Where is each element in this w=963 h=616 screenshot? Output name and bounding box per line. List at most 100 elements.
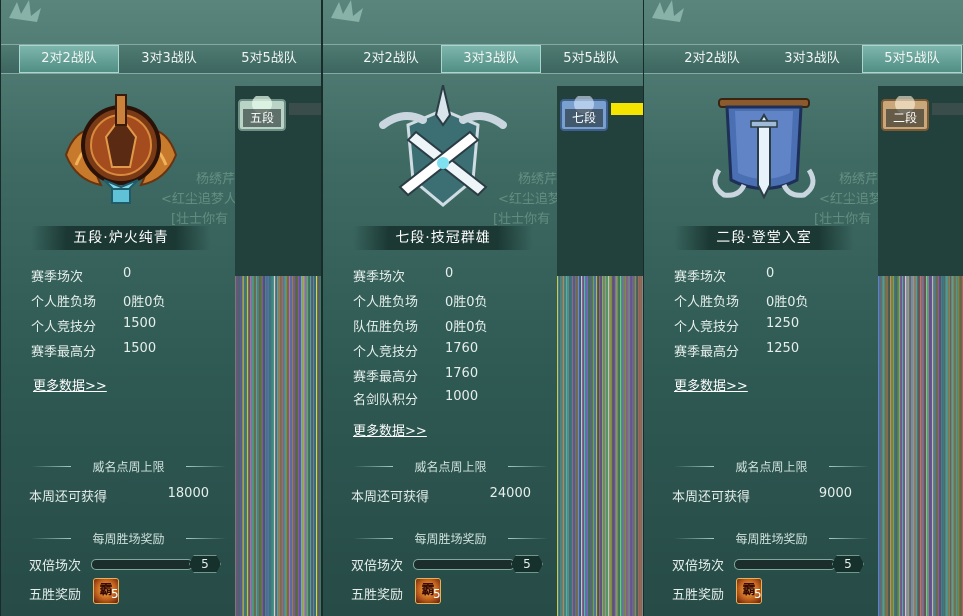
glitch-stripe xyxy=(561,276,563,616)
glitch-stripe xyxy=(296,276,298,616)
glitch-stripe xyxy=(287,276,289,616)
stat-value: 1000 xyxy=(445,389,479,404)
glitch-stripe xyxy=(626,276,628,616)
rank-title: 二段·登堂入室 xyxy=(674,226,854,250)
rank-emblem-icon xyxy=(712,98,816,200)
stat-value: 0胜0负 xyxy=(445,320,488,335)
glitch-stripe xyxy=(939,276,941,616)
glitch-stripe xyxy=(960,276,962,616)
glitch-stripe xyxy=(570,276,572,616)
double-count-badge: 5 xyxy=(832,555,864,573)
side-rank-label: 七段 xyxy=(565,109,603,127)
glitch-stripe xyxy=(301,276,303,616)
glitch-stripe xyxy=(927,276,929,616)
tab-2v2[interactable]: 2对2战队 xyxy=(19,45,119,73)
glitch-stripe xyxy=(923,276,925,616)
stat-row: 个人胜负场 0胜0负 xyxy=(674,291,874,316)
glitch-stripe xyxy=(277,276,279,616)
glitch-stripe xyxy=(953,276,955,616)
glitch-stripe xyxy=(241,276,243,616)
more-data-link[interactable]: 更多数据>> xyxy=(353,420,427,439)
stat-value: 1250 xyxy=(766,316,800,331)
weekly-cap-header: 威名点周上限 xyxy=(31,458,226,474)
team-tabbar: 2对2战队 3对3战队 5对5战队 xyxy=(323,44,643,74)
tab-3v3[interactable]: 3对3战队 xyxy=(441,45,541,73)
glitch-stripe xyxy=(251,276,253,616)
glitch-stripe xyxy=(254,276,256,616)
glitch-stripe xyxy=(917,276,919,616)
glitch-stripe xyxy=(269,276,271,616)
glitch-stripe xyxy=(951,276,953,616)
glitch-stripe xyxy=(935,276,937,616)
tab-2v2[interactable]: 2对2战队 xyxy=(341,45,441,73)
stat-value: 1500 xyxy=(123,341,157,356)
glitch-stripe xyxy=(893,276,895,616)
five-win-label: 五胜奖励 xyxy=(672,588,725,603)
glitch-stripe xyxy=(929,276,931,616)
glitch-stripe xyxy=(310,276,312,616)
glitch-stripe xyxy=(239,276,241,616)
glitch-stripe xyxy=(932,276,934,616)
glitch-stripe xyxy=(257,276,259,616)
glitch-stripe xyxy=(317,276,319,616)
five-win-label: 五胜奖励 xyxy=(29,588,82,603)
stat-row: 个人胜负场 0胜0负 xyxy=(31,291,231,316)
glitch-stripe xyxy=(579,276,581,616)
stat-row: 赛季场次 0 xyxy=(31,266,231,291)
glitch-stripe xyxy=(618,276,620,616)
glitch-stripe xyxy=(924,276,926,616)
tab-5v5[interactable]: 5对5战队 xyxy=(862,45,962,73)
top-ornament-icon xyxy=(652,0,684,22)
stat-label: 个人胜负场 xyxy=(31,295,97,310)
glitch-stripe xyxy=(879,276,881,616)
glitch-stripe xyxy=(896,276,898,616)
glitch-stripe xyxy=(582,276,584,616)
stat-value: 0胜0负 xyxy=(123,295,166,310)
double-matches-row: 双倍场次 5 xyxy=(29,555,229,574)
tab-2v2[interactable]: 2对2战队 xyxy=(662,45,762,73)
glitch-stripe xyxy=(639,276,641,616)
glitch-stripe xyxy=(959,276,961,616)
glitch-stripe xyxy=(630,276,632,616)
stat-row: 赛季最高分 1760 xyxy=(353,366,553,389)
stat-row: 赛季最高分 1250 xyxy=(674,341,874,366)
glitch-stripe xyxy=(903,276,905,616)
glitch-stripe xyxy=(260,276,262,616)
side-progress-bar xyxy=(611,103,643,115)
glitch-stripe xyxy=(897,276,899,616)
glitch-stripe xyxy=(268,276,270,616)
glitch-stripe xyxy=(560,276,562,616)
stats-list: 赛季场次 0 个人胜负场 0胜0负 个人竞技分 1250 赛季最高分 1250 xyxy=(674,266,874,366)
glitch-stripe xyxy=(881,276,883,616)
double-count-badge: 5 xyxy=(511,555,543,573)
glitch-stripe xyxy=(308,276,310,616)
side-rank-label: 二段 xyxy=(886,109,924,127)
glitch-stripe xyxy=(887,276,889,616)
tab-3v3[interactable]: 3对3战队 xyxy=(762,45,862,73)
glitch-stripe xyxy=(944,276,946,616)
double-matches-label: 双倍场次 xyxy=(672,559,725,574)
weekly-obtainable-value: 18000 xyxy=(167,486,209,501)
glitch-stripe xyxy=(247,276,249,616)
glitch-stripe xyxy=(235,276,237,616)
glitch-stripe xyxy=(945,276,947,616)
glitch-stripe xyxy=(603,276,605,616)
more-data-link[interactable]: 更多数据>> xyxy=(33,375,107,394)
double-count-badge: 5 xyxy=(189,555,221,573)
tab-5v5[interactable]: 5对5战队 xyxy=(219,45,319,73)
glitch-stripe xyxy=(248,276,250,616)
rank-emblem-icon xyxy=(64,94,178,204)
weekly-reward-header: 每周胜场奖励 xyxy=(353,530,548,546)
weekly-obtainable-label: 本周还可获得 xyxy=(29,490,108,505)
more-data-link[interactable]: 更多数据>> xyxy=(674,375,748,394)
glitch-stripe xyxy=(635,276,637,616)
stat-label: 个人竞技分 xyxy=(674,320,740,335)
weekly-obtainable-value: 9000 xyxy=(818,486,852,501)
stats-list: 赛季场次 0 个人胜负场 0胜0负 队伍胜负场 0胜0负 个人竞技分 1760 … xyxy=(353,266,553,412)
glitch-stripe xyxy=(316,276,318,616)
reward-count: 5 xyxy=(754,587,762,601)
glitch-stripe xyxy=(878,276,880,616)
tab-5v5[interactable]: 5对5战队 xyxy=(541,45,641,73)
glitch-stripe xyxy=(609,276,611,616)
tab-3v3[interactable]: 3对3战队 xyxy=(119,45,219,73)
